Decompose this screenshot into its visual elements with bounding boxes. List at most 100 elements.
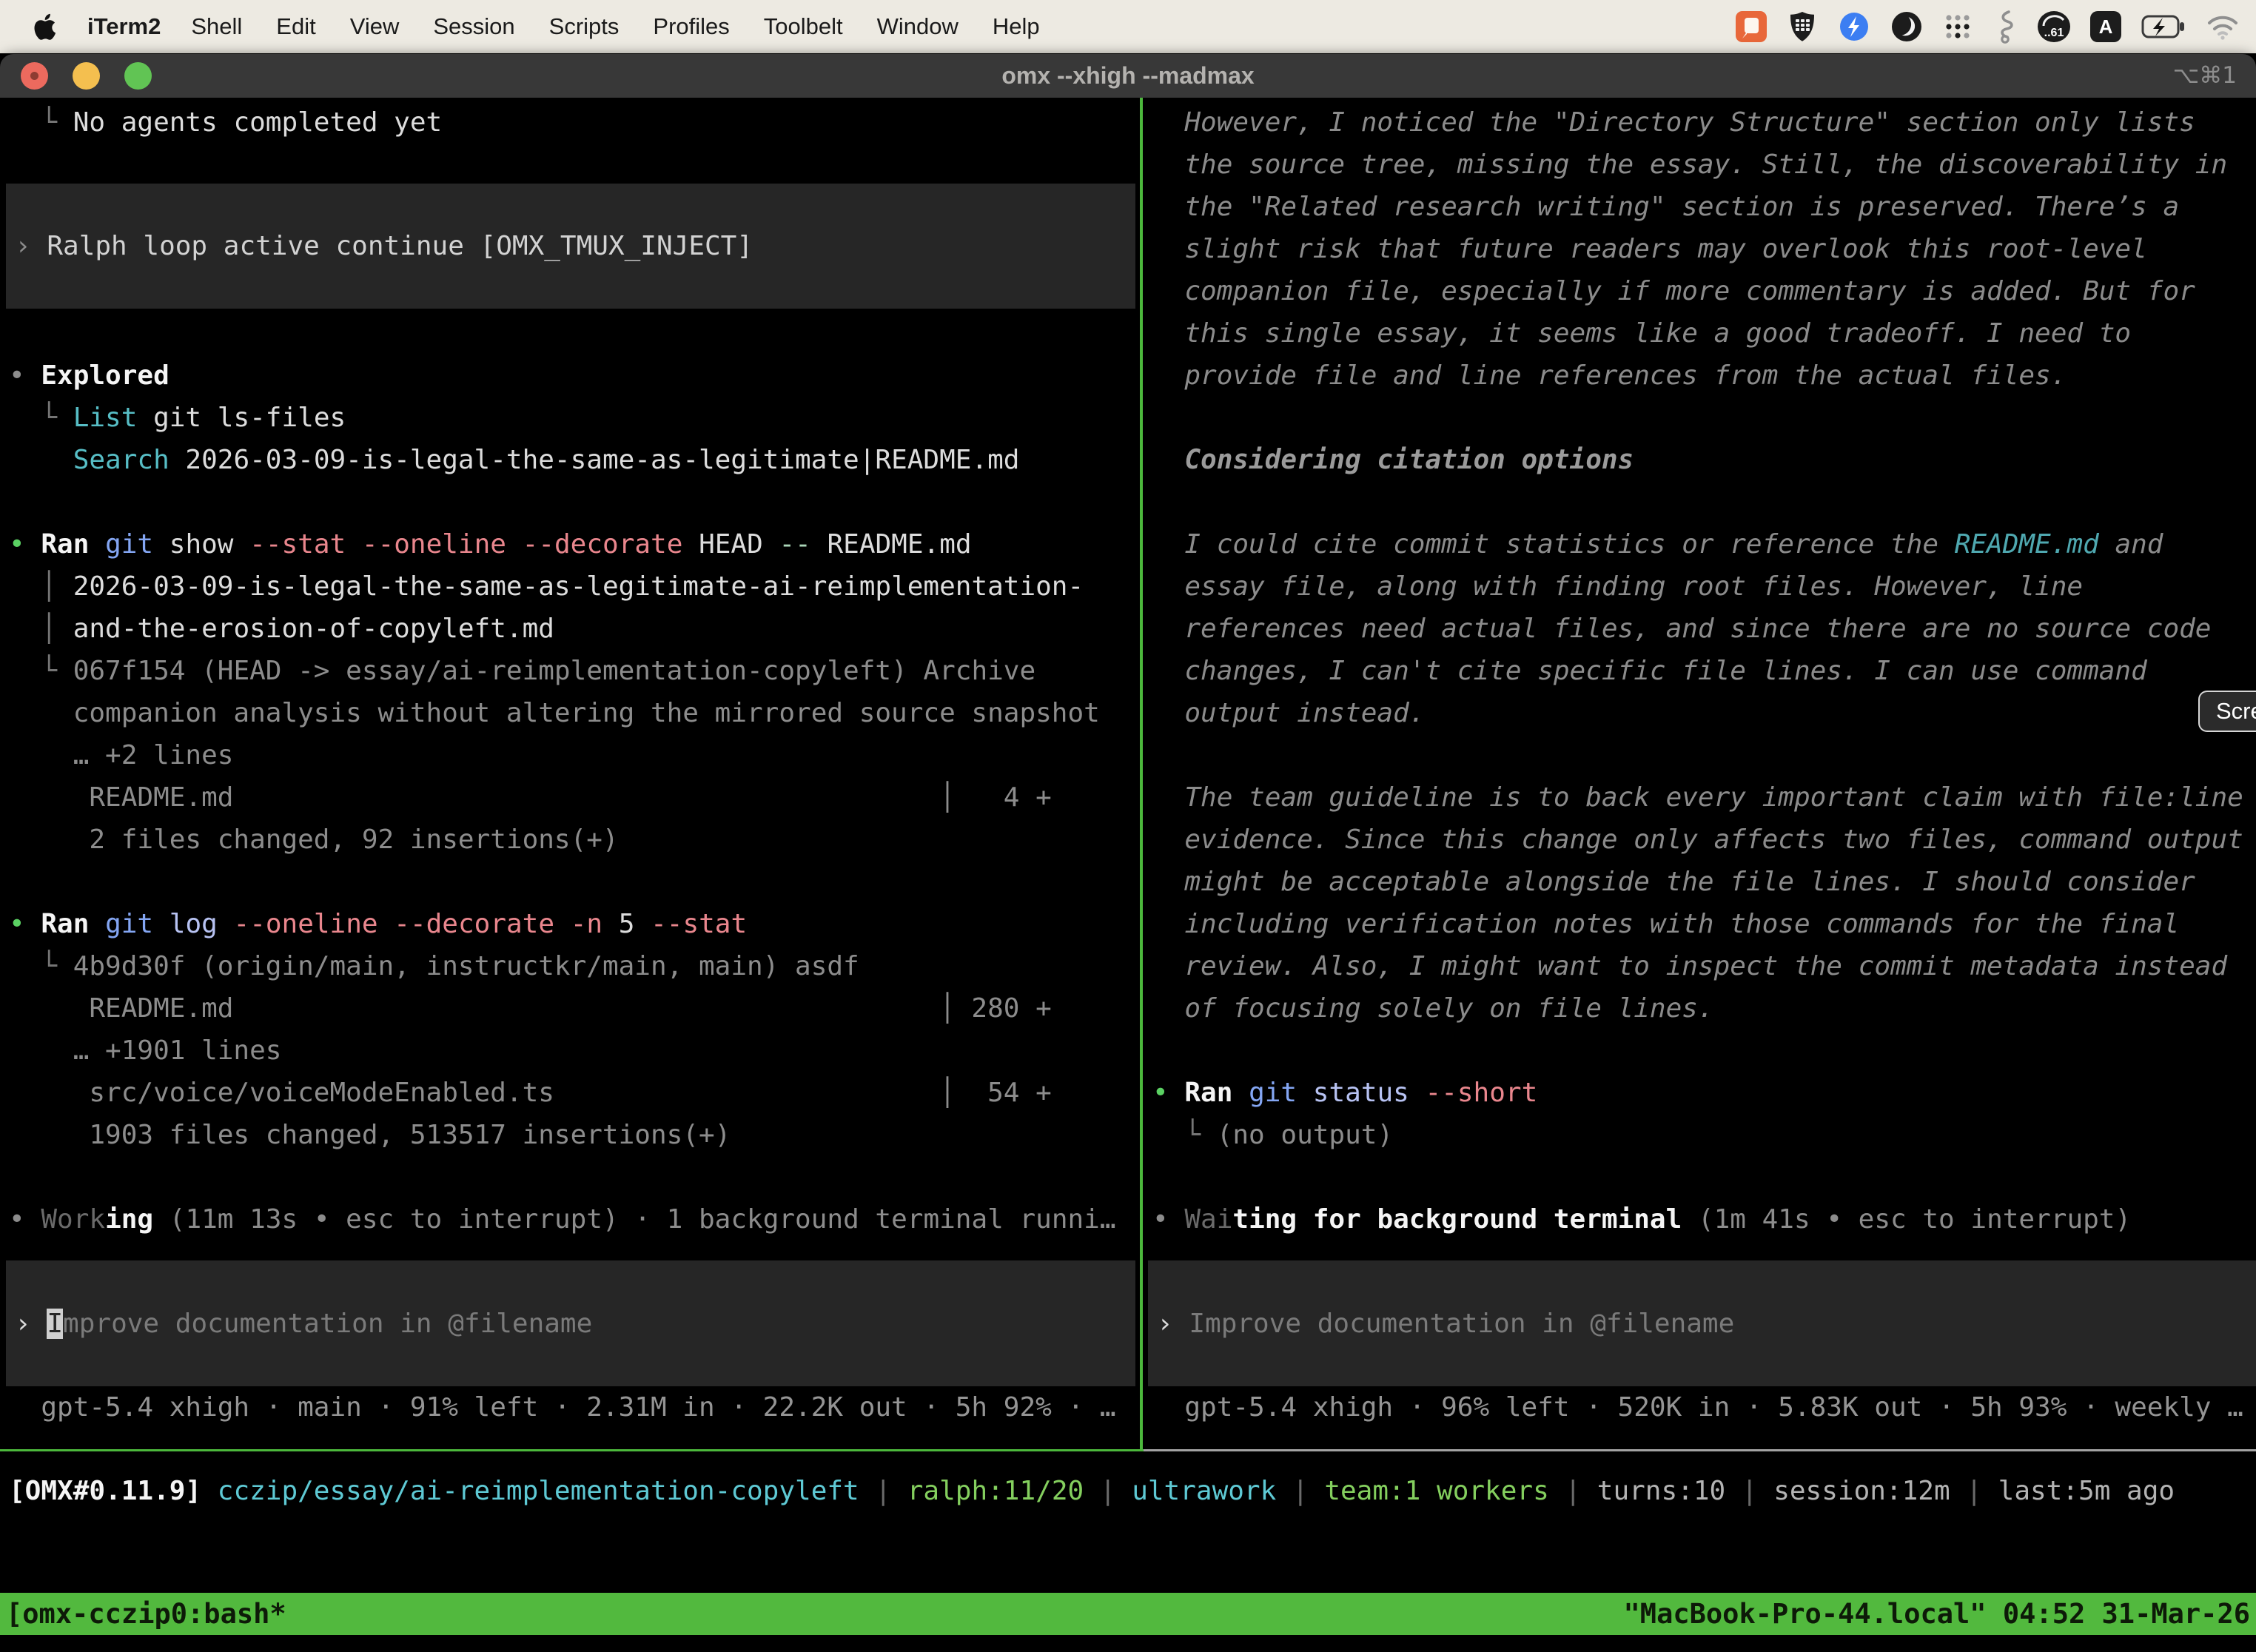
menu-item-session[interactable]: Session [416, 13, 531, 40]
text-segment: essay file, along with finding root file… [1152, 571, 2083, 602]
terminal-line: 1903 files changed, 513517 insertions(+) [0, 1114, 1140, 1156]
prompt-input[interactable]: › Improve documentation in @filename [1148, 1260, 2256, 1386]
text-segment: --decorate [523, 529, 683, 560]
text-segment: I [47, 1309, 63, 1339]
text-segment: changes, I can't cite specific file line… [1152, 656, 2147, 686]
text-segment: List [73, 403, 138, 433]
text-segment [1409, 1078, 1426, 1108]
text-segment [378, 909, 395, 939]
text-segment: (no output) [1217, 1120, 1393, 1150]
text-segment: (1m 41s • esc to interrupt) [1682, 1204, 2131, 1235]
text-segment [89, 529, 105, 560]
text-segment [554, 909, 571, 939]
text-segment: ting for background terminal [1232, 1204, 1682, 1235]
text-segment: › [15, 231, 47, 261]
terminal-window: omx --xhigh --madmax ⌥⌘1 › Ralph loop ac… [0, 54, 2256, 1652]
text-segment: git ls-files [137, 403, 346, 433]
message-icon[interactable] [1736, 11, 1767, 42]
menu-status-icons: ..61 A [1736, 10, 2256, 44]
text-segment: and-the-erosion-of-copyleft.md [73, 614, 554, 644]
text-segment: • [1152, 1078, 1184, 1108]
terminal-line: • Ran git show --stat --oneline --decora… [0, 523, 1140, 565]
apple-icon[interactable] [33, 12, 58, 41]
text-segment: README.md [1955, 529, 2099, 560]
text-segment: └ [9, 403, 73, 433]
menu-item-edit[interactable]: Edit [259, 13, 332, 40]
screen-tooltip-label: Scre [2216, 698, 2256, 725]
terminal-line: slight risk that future readers may over… [1144, 228, 2256, 270]
battery-icon[interactable] [2141, 13, 2186, 40]
text-segment: cczip/essay/ai-reimplementation-copyleft [218, 1476, 859, 1506]
terminal-line: … +2 lines [0, 734, 1140, 776]
terminal-line [1144, 1030, 2256, 1072]
text-segment [346, 529, 362, 560]
screen-tooltip[interactable]: Scre [2198, 691, 2256, 732]
text-segment: the "Related research writing" section i… [1152, 192, 2179, 222]
terminal-line: the source tree, missing the essay. Stil… [1144, 144, 2256, 186]
text-segment: Search [73, 445, 169, 475]
text-segment [506, 529, 523, 560]
pane-divider[interactable] [1140, 98, 1143, 1451]
right-pane[interactable]: › Improve documentation in @filename gpt… [1144, 98, 2256, 1451]
terminal-line: the "Related research writing" section i… [1144, 186, 2256, 228]
menu-item-scripts[interactable]: Scripts [532, 13, 637, 40]
text-segment: │ [9, 571, 73, 602]
menu-item-help[interactable]: Help [976, 13, 1057, 40]
text-segment: Ran [41, 529, 89, 560]
window-shortcut-badge: ⌥⌘1 [2173, 54, 2237, 98]
prompt-input[interactable]: › Improve documentation in @filename [6, 1260, 1135, 1386]
text-segment: | [859, 1476, 907, 1506]
text-segment: log [169, 909, 218, 939]
text-segment: Improve documentation in @filename [1189, 1309, 1734, 1339]
text-segment: show [153, 529, 249, 560]
text-segment: I could cite commit statistics or refere… [1152, 529, 1955, 560]
letter-a-label: A [2099, 16, 2113, 38]
text-segment: references need actual files, and since … [1152, 614, 2211, 644]
menu-item-toolbelt[interactable]: Toolbelt [747, 13, 860, 40]
tmux-status-bar[interactable]: [omx-cczip0:bash* "MacBook-Pro-44.local"… [0, 1593, 2256, 1635]
terminal-line: provide file and line references from th… [1144, 355, 2256, 397]
terminal-line [0, 481, 1140, 523]
text-segment: └ [9, 951, 73, 981]
terminal-line: • Ran git log --oneline --decorate -n 5 … [0, 903, 1140, 945]
terminal-line: evidence. Since this change only affects… [1144, 819, 2256, 861]
badge-61-icon[interactable]: ..61 [2038, 11, 2070, 42]
menu-item-shell[interactable]: Shell [174, 13, 259, 40]
dots-grid-icon[interactable] [1943, 12, 1973, 41]
left-pane[interactable]: › Ralph loop active continue [OMX_TMUX_I… [0, 98, 1140, 1451]
moon-circle-icon[interactable] [1890, 10, 1923, 43]
text-segment: › [1157, 1309, 1189, 1339]
text-segment: might be acceptable alongside the file l… [1152, 867, 2195, 897]
menu-item-view[interactable]: View [333, 13, 417, 40]
squiggle-icon[interactable] [1993, 10, 2018, 44]
text-segment: README.md [811, 529, 972, 560]
terminal-line: src/voice/voiceModeEnabled.ts │ 54 + [0, 1072, 1140, 1114]
shield-grid-icon[interactable] [1787, 10, 1818, 43]
terminal-line: • Explored [0, 355, 1140, 397]
text-segment: Ran [1184, 1078, 1232, 1108]
text-segment: 067f154 (HEAD -> essay/ai-reimplementati… [73, 656, 1035, 686]
terminal-line: └ 4b9d30f (origin/main, instructkr/main,… [0, 945, 1140, 987]
screen: iTerm2 ShellEditViewSessionScriptsProfil… [0, 0, 2256, 1652]
terminal-line [1144, 734, 2256, 776]
text-segment: › [15, 1309, 47, 1339]
text-segment: provide file and line references from th… [1152, 360, 2067, 391]
text-segment: (11m 13s • esc to interrupt) · 1 backgro… [153, 1204, 1115, 1235]
letter-a-icon[interactable]: A [2090, 11, 2121, 42]
tmux-session-label: [omx-cczip0:bash* [6, 1598, 286, 1630]
text-segment: slight risk that future readers may over… [1152, 234, 2147, 264]
menu-item-profiles[interactable]: Profiles [636, 13, 746, 40]
terminal-line: I could cite commit statistics or refere… [1144, 523, 2256, 565]
text-segment: --stat [651, 909, 747, 939]
menu-item-window[interactable]: Window [860, 13, 976, 40]
terminal-line: … +1901 lines [0, 1030, 1140, 1072]
security-badge-icon[interactable] [1838, 10, 1870, 43]
menu-app-name[interactable]: iTerm2 [87, 13, 161, 40]
omx-status-line: [OMX#0.11.9] cczip/essay/ai-reimplementa… [0, 1470, 2256, 1512]
text-segment: The team guideline is to back every impo… [1152, 782, 2243, 813]
title-bar[interactable]: omx --xhigh --madmax ⌥⌘1 [0, 54, 2256, 98]
wifi-icon[interactable] [2206, 13, 2240, 40]
text-segment: Wai [1184, 1204, 1232, 1235]
text-segment: README.md │ 4 + [9, 782, 1052, 813]
text-segment: README.md │ 280 + [9, 993, 1052, 1024]
